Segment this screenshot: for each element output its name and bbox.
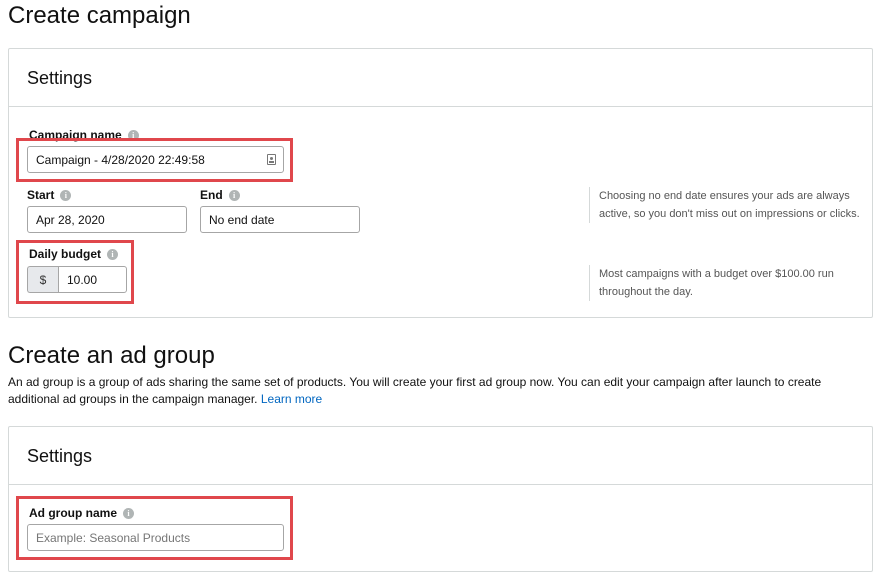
start-date-input[interactable]: Apr 28, 2020 (27, 206, 187, 233)
budget-help: Most campaigns with a budget over $100.0… (589, 265, 869, 301)
highlight-daily-budget (16, 240, 134, 304)
highlight-campaign-name (16, 138, 293, 182)
ad-group-description: An ad group is a group of ads sharing th… (8, 375, 822, 406)
start-label: Start i (27, 188, 72, 202)
page-title: Create campaign (8, 2, 191, 29)
info-icon[interactable]: i (228, 189, 240, 201)
card-header: Settings (9, 49, 872, 107)
campaign-settings-card: Settings Campaign name i Campaign - 4/28… (8, 48, 873, 318)
learn-more-link[interactable]: Learn more (261, 392, 322, 406)
end-date-input[interactable]: No end date (200, 206, 360, 233)
highlight-ad-group-name (16, 496, 293, 560)
end-date-help: Choosing no end date ensures your ads ar… (589, 187, 869, 223)
end-label: End i (200, 188, 240, 202)
settings-title: Settings (27, 446, 93, 466)
settings-title: Settings (27, 68, 93, 88)
info-icon[interactable]: i (60, 189, 72, 201)
ad-group-heading: Create an ad group (8, 342, 215, 369)
card-header: Settings (9, 427, 872, 485)
